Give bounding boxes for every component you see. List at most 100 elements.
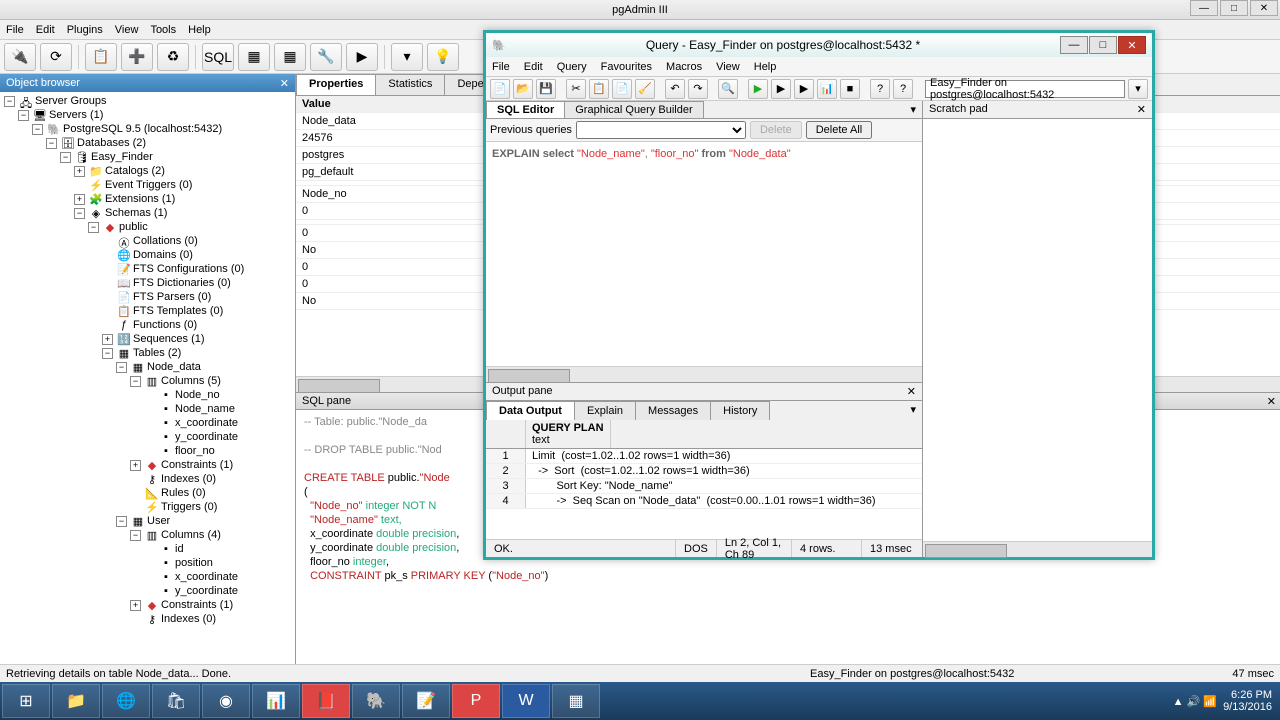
tray-icons[interactable]: ▲ 🔊 📶: [1173, 695, 1217, 708]
tree-fts-conf[interactable]: 📝FTS Configurations (0): [2, 262, 293, 276]
close-icon[interactable]: ✕: [1267, 395, 1276, 408]
maximize-button[interactable]: □: [1089, 36, 1117, 54]
tree-collations[interactable]: ⒶCollations (0): [2, 234, 293, 248]
cancel-icon[interactable]: ■: [840, 79, 860, 99]
tree-fts-dict[interactable]: 📖FTS Dictionaries (0): [2, 276, 293, 290]
tree-col-ux[interactable]: ▪x_coordinate: [2, 570, 293, 584]
cut-icon[interactable]: ✂: [566, 79, 586, 99]
tree-rules[interactable]: 📐Rules (0): [2, 486, 293, 500]
chevron-down-icon[interactable]: ▾: [904, 401, 922, 420]
horizontal-scrollbar[interactable]: [923, 541, 1152, 557]
refresh-icon[interactable]: ⟳: [40, 43, 72, 71]
help2-icon[interactable]: ?: [893, 79, 913, 99]
tree-sequences[interactable]: +🔢Sequences (1): [2, 332, 293, 346]
tree-col-node-no[interactable]: ▪Node_no: [2, 388, 293, 402]
menu-file[interactable]: File: [6, 24, 24, 36]
store-icon[interactable]: 🛍: [152, 684, 200, 718]
notes-icon[interactable]: 📝: [402, 684, 450, 718]
find-icon[interactable]: 🔍: [718, 79, 738, 99]
tree-servers[interactable]: −🖥Servers (1): [2, 108, 293, 122]
sql-editor[interactable]: EXPLAIN select "Node_name", "floor_no" f…: [486, 142, 922, 366]
tree-user[interactable]: −▦User: [2, 514, 293, 528]
clear-icon[interactable]: 🧹: [635, 79, 655, 99]
table-row[interactable]: 1Limit (cost=1.02..1.02 rows=1 width=36): [486, 449, 922, 464]
tab-sql-editor[interactable]: SQL Editor: [486, 101, 565, 118]
explain-icon[interactable]: 📊: [817, 79, 837, 99]
drop-icon[interactable]: ♻: [157, 43, 189, 71]
tree-indexes[interactable]: ⚷Indexes (0): [2, 472, 293, 486]
prev-queries-dropdown[interactable]: [576, 121, 746, 139]
hint-icon[interactable]: 💡: [427, 43, 459, 71]
menu-help[interactable]: Help: [188, 24, 211, 36]
connect-icon[interactable]: 🔌: [4, 43, 36, 71]
app-icon[interactable]: 📊: [252, 684, 300, 718]
word-icon[interactable]: W: [502, 684, 550, 718]
tree-node-data[interactable]: −▦Node_data: [2, 360, 293, 374]
tab-explain[interactable]: Explain: [574, 401, 636, 420]
output-grid[interactable]: QUERY PLANtext 1Limit (cost=1.02..1.02 r…: [486, 420, 922, 539]
chrome-icon[interactable]: ◉: [202, 684, 250, 718]
menu-view[interactable]: View: [716, 61, 740, 73]
paste-icon[interactable]: 📄: [612, 79, 632, 99]
close-button[interactable]: ✕: [1250, 0, 1278, 16]
tab-messages[interactable]: Messages: [635, 401, 711, 420]
powerpoint-icon[interactable]: P: [452, 684, 500, 718]
ie-icon[interactable]: 🌐: [102, 684, 150, 718]
delete-all-button[interactable]: Delete All: [806, 121, 872, 139]
execute-file-icon[interactable]: ▶: [794, 79, 814, 99]
execute-icon[interactable]: ▶: [346, 43, 378, 71]
filter-icon[interactable]: ▦: [274, 43, 306, 71]
tree-triggers[interactable]: ⚡Triggers (0): [2, 500, 293, 514]
menu-edit[interactable]: Edit: [524, 61, 543, 73]
tab-statistics[interactable]: Statistics: [375, 74, 445, 95]
pgadmin-icon[interactable]: 🐘: [352, 684, 400, 718]
viewdata-icon[interactable]: ▦: [238, 43, 270, 71]
tree-catalogs[interactable]: +📁Catalogs (2): [2, 164, 293, 178]
tree-col-x[interactable]: ▪x_coordinate: [2, 416, 293, 430]
tree-col-uy[interactable]: ▪y_coordinate: [2, 584, 293, 598]
tree-col-node-name[interactable]: ▪Node_name: [2, 402, 293, 416]
tree-functions[interactable]: ƒFunctions (0): [2, 318, 293, 332]
maintenance-icon[interactable]: 🔧: [310, 43, 342, 71]
create-icon[interactable]: ➕: [121, 43, 153, 71]
copy-icon[interactable]: 📋: [589, 79, 609, 99]
close-icon[interactable]: ✕: [1137, 103, 1146, 116]
menu-tools[interactable]: Tools: [150, 24, 176, 36]
new-icon[interactable]: 📄: [490, 79, 510, 99]
tree-user-columns[interactable]: −▥Columns (4): [2, 528, 293, 542]
tree-col-position[interactable]: ▪position: [2, 556, 293, 570]
close-icon[interactable]: ✕: [907, 385, 916, 398]
tree-user-constraints[interactable]: +◆Constraints (1): [2, 598, 293, 612]
tree-constraints[interactable]: +◆Constraints (1): [2, 458, 293, 472]
tab-history[interactable]: History: [710, 401, 770, 420]
menu-plugins[interactable]: Plugins: [67, 24, 103, 36]
menu-edit[interactable]: Edit: [36, 24, 55, 36]
tree-events[interactable]: ⚡Event Triggers (0): [2, 178, 293, 192]
undo-icon[interactable]: ↶: [665, 79, 685, 99]
horizontal-scrollbar[interactable]: [486, 366, 922, 382]
explorer-icon[interactable]: 📁: [52, 684, 100, 718]
properties-icon[interactable]: 📋: [85, 43, 117, 71]
scratch-pad[interactable]: [923, 119, 1152, 541]
tree-col-id[interactable]: ▪id: [2, 542, 293, 556]
menu-file[interactable]: File: [492, 61, 510, 73]
chevron-down-icon[interactable]: ▾: [904, 101, 922, 118]
tab-properties[interactable]: Properties: [296, 74, 376, 95]
menu-view[interactable]: View: [115, 24, 139, 36]
redo-icon[interactable]: ↷: [688, 79, 708, 99]
tree-tables[interactable]: −▦Tables (2): [2, 346, 293, 360]
tab-graphical-builder[interactable]: Graphical Query Builder: [564, 101, 703, 118]
delete-button[interactable]: Delete: [750, 121, 802, 139]
combo-dropdown-icon[interactable]: ▾: [1128, 79, 1148, 99]
connection-combo[interactable]: Easy_Finder on postgres@localhost:5432: [925, 80, 1125, 98]
menu-favourites[interactable]: Favourites: [601, 61, 652, 73]
menu-macros[interactable]: Macros: [666, 61, 702, 73]
save-icon[interactable]: 💾: [536, 79, 556, 99]
tab-data-output[interactable]: Data Output: [486, 401, 575, 420]
tree-easyfinder[interactable]: −🛢Easy_Finder: [2, 150, 293, 164]
query-titlebar[interactable]: 🐘 Query - Easy_Finder on postgres@localh…: [486, 33, 1152, 57]
recorder-icon[interactable]: ▦: [552, 684, 600, 718]
tree-user-indexes[interactable]: ⚷Indexes (0): [2, 612, 293, 626]
minimize-button[interactable]: —: [1190, 0, 1218, 16]
tree-server-groups[interactable]: −🖧Server Groups: [2, 94, 293, 108]
